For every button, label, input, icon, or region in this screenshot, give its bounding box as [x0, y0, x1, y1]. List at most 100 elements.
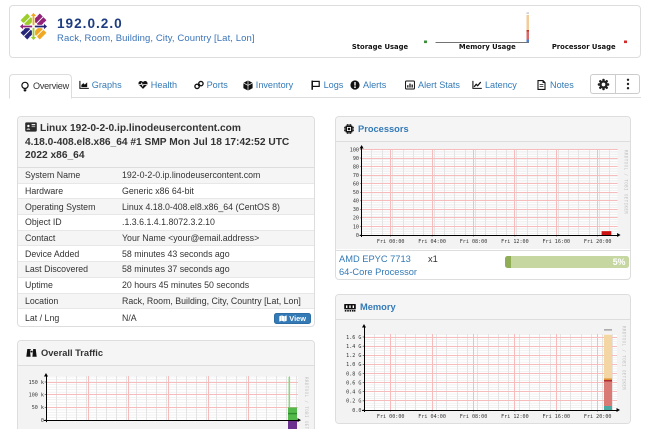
device-settings-button[interactable] [590, 74, 615, 94]
row-value: 20 hours 45 minutes 50 seconds [122, 280, 314, 290]
row-value: 58 minutes 37 seconds ago [122, 264, 314, 274]
memory-panel-title[interactable]: Memory [360, 302, 396, 312]
mini-graph-storage-usage[interactable]: Storage Usage [336, 9, 430, 55]
svg-text:20: 20 [353, 216, 359, 222]
svg-text:Fri 08:00: Fri 08:00 [460, 239, 488, 245]
tab-alerts[interactable]: Alerts [344, 73, 393, 97]
centos-logo [18, 11, 49, 42]
system-panel-header: Linux 192‑0‑2‑0.ip.linodeusercontent.com… [18, 117, 314, 168]
processor-description-link[interactable]: 64-Core Processor [339, 267, 417, 277]
row-label: Operating System [18, 202, 122, 212]
row-value: 192-0-2-0.ip.linodeusercontent.com [122, 170, 314, 180]
svg-text:150 k: 150 k [29, 380, 44, 386]
row-label: System Name [18, 170, 122, 180]
processors-panel-title[interactable]: Processors [358, 124, 409, 134]
svg-text:RRDTOOL / TOBI OETIKER: RRDTOOL / TOBI OETIKER [624, 150, 629, 214]
svg-text:70: 70 [353, 173, 359, 179]
svg-text:Fri 00:00: Fri 00:00 [377, 239, 405, 245]
tab-notes[interactable]: Notes [531, 73, 581, 97]
svg-text:0.0: 0.0 [352, 408, 361, 414]
overall-traffic-graph[interactable]: 150 k 100 k 50 k 0 RRDTOOL / TOBI OETIKER [18, 366, 314, 429]
tab-label: Latency [485, 80, 517, 90]
svg-text:0: 0 [356, 233, 359, 239]
svg-text:Fri 00:00: Fri 00:00 [377, 414, 405, 420]
mini-graph-label: Memory Usage [440, 43, 534, 51]
mini-graph-processor-usage[interactable]: Processor Usage [536, 9, 630, 55]
svg-text:Fri 04:00: Fri 04:00 [418, 414, 446, 420]
binoculars-icon [26, 348, 37, 358]
id-card-icon [25, 122, 37, 132]
view-button-label: View [289, 314, 306, 323]
processor-usage-bar: 5% [505, 256, 629, 268]
mini-sparkline [336, 9, 430, 45]
svg-text:50 k: 50 k [32, 405, 44, 411]
system-row-hardware: HardwareGeneric x86 64-bit [18, 184, 314, 200]
tab-label: Alerts [363, 80, 386, 90]
svg-text:Fri 12:00: Fri 12:00 [501, 414, 529, 420]
mini-graph-memory-usage[interactable]: Memory Usage [435, 9, 529, 55]
svg-text:0.4 G: 0.4 G [346, 390, 361, 396]
svg-text:Fri 16:00: Fri 16:00 [542, 239, 570, 245]
svg-text:Fri 08:00: Fri 08:00 [460, 414, 488, 420]
svg-text:RRDTOOL / TOBI OETIKER: RRDTOOL / TOBI OETIKER [304, 377, 309, 429]
processors-panel: Processors 1009080706050403020100Fri 00:… [335, 116, 631, 280]
flag-icon [311, 80, 321, 90]
system-attributes-table: System Name192-0-2-0.ip.linodeuserconten… [18, 168, 314, 327]
tab-graphs[interactable]: Graphs [72, 73, 128, 97]
bar-chart-icon [405, 80, 415, 90]
tab-label: Ports [207, 80, 228, 90]
tab-inventory[interactable]: Inventory [236, 73, 299, 97]
device-name[interactable]: 192.0.2.0 [57, 16, 123, 31]
memory-panel-header: Memory [336, 295, 630, 320]
memory-graph[interactable]: 1.6 G1.4 G1.2 G1.0 G0.8 G0.6 G0.4 G0.2 G… [336, 320, 630, 424]
svg-text:90: 90 [353, 156, 359, 162]
link-icon [194, 80, 204, 90]
svg-text:Fri 04:00: Fri 04:00 [418, 239, 446, 245]
tab-list: OverviewGraphsHealth Ports Inventory Logs Al… [9, 73, 641, 98]
processors-graph[interactable]: 1009080706050403020100Fri 00:00Fri 04:00… [336, 142, 630, 249]
kebab-icon [626, 78, 630, 90]
svg-text:0.8 G: 0.8 G [346, 371, 361, 377]
system-row-lat-lng: Lat / LngN/AView [18, 309, 314, 327]
svg-text:1.4 G: 1.4 G [346, 344, 361, 350]
svg-text:100 k: 100 k [29, 393, 44, 399]
row-value: .1.3.6.1.4.1.8072.3.2.10 [122, 217, 314, 227]
row-label: Location [18, 296, 122, 306]
svg-text:50: 50 [353, 190, 359, 196]
svg-text:0: 0 [41, 418, 44, 424]
mini-graph-label: Storage Usage [333, 43, 427, 51]
system-row-uptime: Uptime20 hours 45 minutes 50 seconds [18, 278, 314, 294]
row-value: 58 minutes 43 seconds ago [122, 249, 314, 259]
view-location-button[interactable]: View [274, 313, 311, 324]
row-label: Contact [18, 233, 122, 243]
processors-panel-header: Processors [336, 117, 630, 142]
processor-usage-fill [505, 256, 511, 268]
svg-text:0.2 G: 0.2 G [346, 399, 361, 405]
tab-actions [590, 74, 640, 94]
tab-label: Inventory [256, 80, 293, 90]
device-location[interactable]: Rack, Room, Building, City, Country [Lat… [57, 33, 255, 44]
svg-text:30: 30 [353, 207, 359, 213]
tab-logs[interactable]: Logs [304, 73, 350, 97]
svg-text:1.6 G: 1.6 G [346, 335, 361, 341]
exclamation-circle-icon [350, 80, 360, 90]
device-more-button[interactable] [615, 74, 640, 94]
mini-graph-label: Processor Usage [537, 43, 631, 51]
system-row-contact: ContactYour Name <your@email.address> [18, 231, 314, 247]
processor-model-link[interactable]: AMD EPYC 7713 [339, 254, 411, 264]
svg-text:1.2 G: 1.2 G [346, 353, 361, 359]
system-row-system-name: System Name192-0-2-0.ip.linodeuserconten… [18, 168, 314, 184]
lightbulb-icon [20, 81, 30, 91]
svg-text:RRDTOOL / TOBI OETIKER: RRDTOOL / TOBI OETIKER [622, 326, 627, 390]
tab-label: Logs [324, 80, 344, 90]
row-label: Object ID [18, 217, 122, 227]
tab-ports[interactable]: Ports [187, 73, 234, 97]
tab-latency[interactable]: Latency [466, 73, 524, 97]
tab-alert-stats[interactable]: Alert Stats [399, 73, 467, 97]
tab-overview[interactable]: Overview [9, 74, 72, 99]
mini-sparkline [536, 9, 630, 45]
row-label: Device Added [18, 249, 122, 259]
tab-health[interactable]: Health [131, 73, 183, 97]
traffic-panel-title[interactable]: Overall Traffic [41, 348, 103, 358]
svg-text:Fri 20:00: Fri 20:00 [584, 414, 612, 420]
